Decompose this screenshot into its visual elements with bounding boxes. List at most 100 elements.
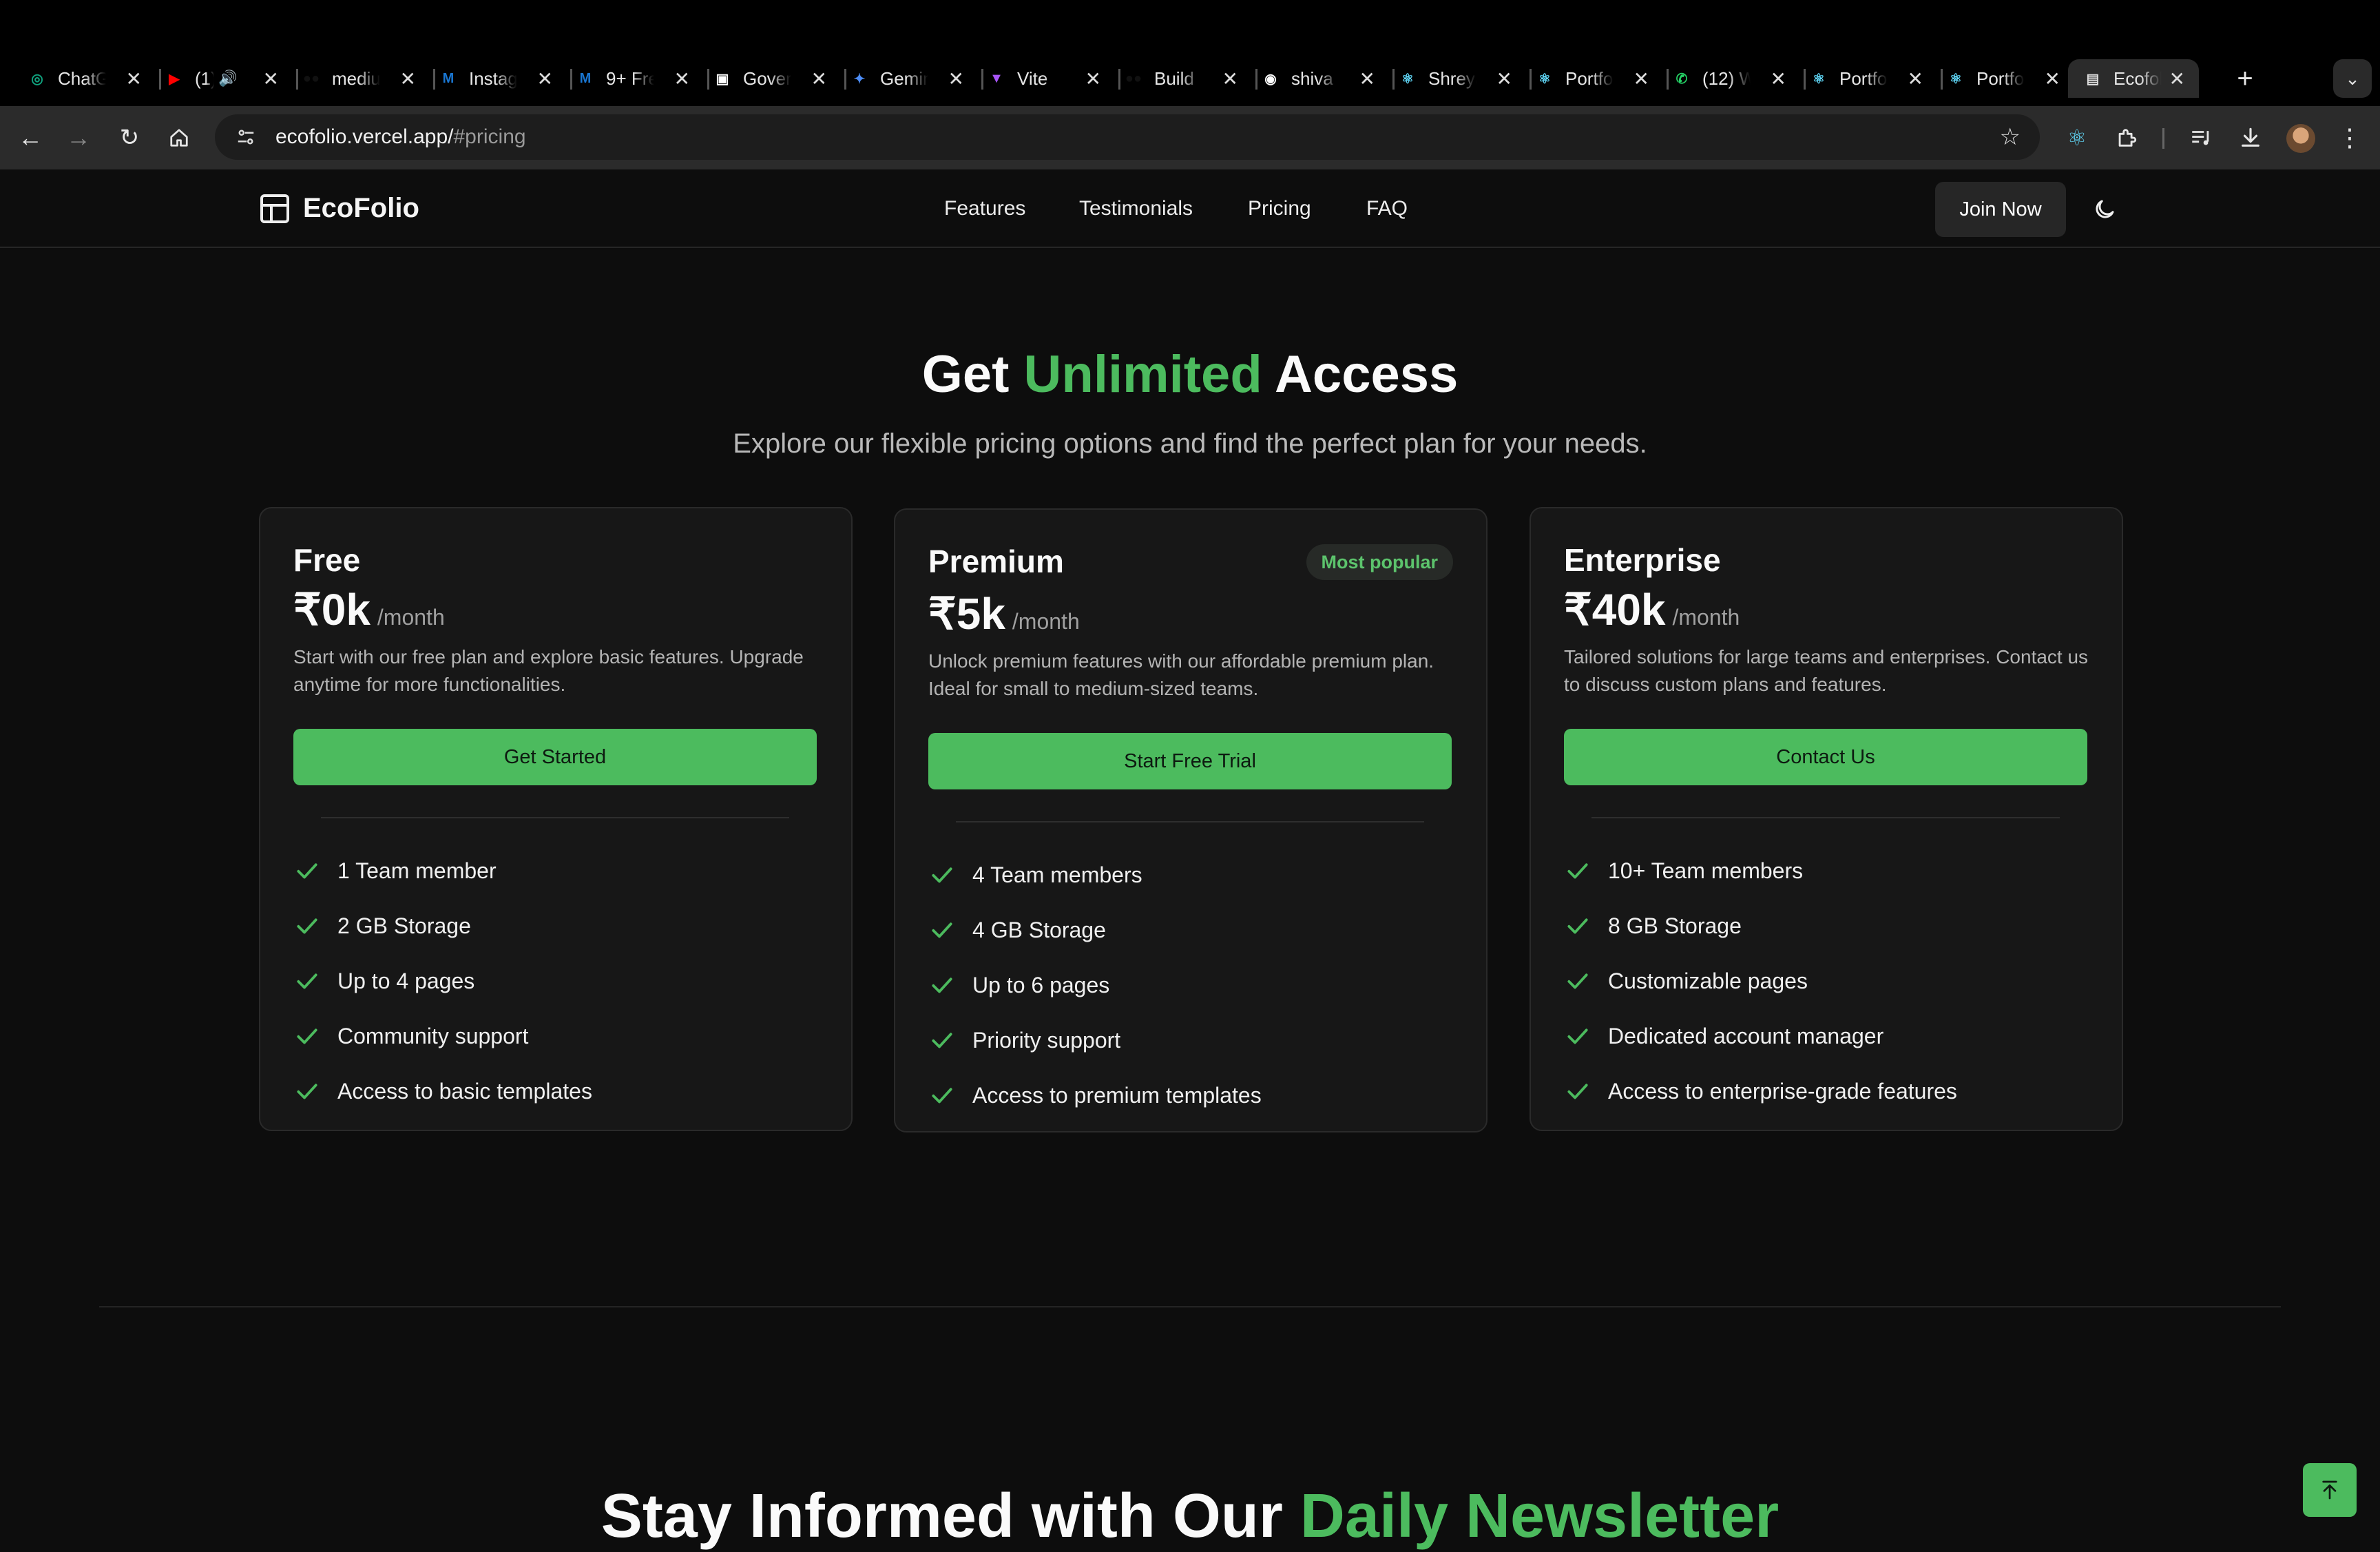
nav-link-pricing[interactable]: Pricing (1248, 197, 1311, 220)
get-started-button[interactable]: Get Started (293, 729, 817, 785)
browser-tab[interactable]: ◎ ChatGPT ✕ (26, 59, 142, 98)
start-free-trial-button[interactable]: Start Free Trial (928, 733, 1452, 789)
browser-tab[interactable]: ⚛ Shreyas ✕ (1397, 59, 1512, 98)
tab-close-icon[interactable]: ✕ (1222, 68, 1238, 90)
check-icon (928, 1026, 956, 1054)
tab-close-icon[interactable]: ✕ (1633, 68, 1649, 90)
browser-tab[interactable]: ✦ Gemini ✕ (848, 59, 964, 98)
tab-audio-icon[interactable]: 🔊 (218, 70, 237, 87)
tab-close-icon[interactable]: ✕ (948, 68, 964, 90)
heading-post: Access (1262, 345, 1459, 404)
tab-close-icon[interactable]: ✕ (537, 68, 553, 90)
nav-link-testimonials[interactable]: Testimonials (1079, 197, 1193, 220)
bookmark-star-icon[interactable]: ☆ (2000, 123, 2021, 151)
feature-item: 10+ Team members (1564, 843, 1957, 898)
tab-title: Government (743, 68, 791, 89)
browser-tab[interactable]: ▶ (1) YouTube🔊 ✕ (163, 59, 279, 98)
plan-price: ₹5k/month (928, 588, 1080, 640)
reload-icon[interactable]: ↻ (113, 121, 146, 154)
browser-tab[interactable]: ▣ Government ✕ (711, 59, 827, 98)
tab-close-icon[interactable]: ✕ (1908, 68, 1923, 90)
browser-tab[interactable]: ●● Build ✕ (1123, 59, 1238, 98)
tab-close-icon[interactable]: ✕ (1496, 68, 1512, 90)
check-icon (1564, 857, 1591, 884)
tab-separator (296, 69, 298, 90)
scroll-to-top-button[interactable] (2303, 1463, 2357, 1517)
contact-us-button[interactable]: Contact Us (1564, 729, 2087, 785)
tab-close-icon[interactable]: ✕ (674, 68, 690, 90)
newsletter-heading-accent: Daily Newsletter (1299, 1482, 1779, 1551)
media-controls-icon[interactable] (2184, 121, 2217, 154)
forward-icon[interactable]: → (62, 121, 95, 154)
address-bar[interactable]: ecofolio.vercel.app/#pricing ☆ (215, 114, 2040, 160)
tab-close-icon[interactable]: ✕ (263, 68, 279, 90)
section-divider (99, 1306, 2281, 1307)
browser-tab[interactable]: ●● medium ✕ (300, 59, 416, 98)
back-icon[interactable]: ← (14, 121, 47, 154)
profile-avatar[interactable] (2286, 124, 2315, 153)
tab-title: Portfolio (1976, 68, 2025, 89)
mui-icon: M (442, 70, 455, 86)
plan-price: ₹0k/month (293, 584, 445, 636)
tab-close-icon[interactable]: ✕ (400, 68, 416, 90)
brand-logo[interactable]: EcoFolio (260, 193, 419, 224)
nav-link-faq[interactable]: FAQ (1366, 197, 1408, 220)
feature-text: 10+ Team members (1608, 858, 1804, 883)
site-settings-icon[interactable] (234, 125, 258, 149)
tab-close-icon[interactable]: ✕ (811, 68, 827, 90)
tab-search-button[interactable]: ⌄ (2333, 59, 2372, 98)
check-icon (293, 857, 321, 884)
tab-title: ChatGPT (58, 68, 106, 89)
tab-close-icon[interactable]: ✕ (126, 68, 142, 90)
browser-tab[interactable]: ✆ (12) WhatsApp ✕ (1671, 59, 1786, 98)
price-period: /month (1012, 609, 1080, 634)
check-icon (1564, 1077, 1591, 1105)
browser-tab[interactable]: ⚛ Portfolio ✕ (1534, 59, 1649, 98)
tab-separator (1118, 69, 1120, 90)
tab-title: Vite (1017, 68, 1048, 89)
home-icon[interactable] (163, 121, 196, 154)
browser-tab-bar: ◎ ChatGPT ✕ ▶ (1) YouTube🔊 ✕ ●● medium ✕ M Instagr… (0, 0, 2380, 106)
browser-tab[interactable]: M Instagram ✕ (437, 59, 553, 98)
tab-title: Build (1154, 68, 1194, 89)
browser-tab[interactable]: ◉ shiva ✕ (1260, 59, 1375, 98)
check-icon (928, 1082, 956, 1109)
react-devtools-icon[interactable]: ⚛ (2060, 121, 2094, 154)
feature-item: Customizable pages (1564, 953, 1957, 1008)
browser-tab[interactable]: ⚛ Portfolio ✕ (1808, 59, 1923, 98)
browser-tab[interactable]: M 9+ Free ✕ (574, 59, 690, 98)
tab-close-icon[interactable]: ✕ (2045, 68, 2060, 90)
browser-tab[interactable]: ▤ Ecofolio ✕ (2068, 59, 2199, 98)
react-icon: ⚛ (1950, 71, 1962, 87)
browser-menu-icon[interactable]: ⋮ (2333, 121, 2366, 154)
card-divider (321, 817, 789, 818)
dark-mode-toggle[interactable] (2087, 192, 2122, 227)
feature-text: Customizable pages (1608, 968, 1808, 993)
feature-list: 4 Team members 4 GB Storage Up to 6 pages P… (928, 847, 1262, 1123)
feature-item: Up to 4 pages (293, 953, 592, 1008)
heading-accent: Unlimited (1023, 345, 1262, 404)
site-header: EcoFolio Features Testimonials Pricing F… (0, 169, 2380, 248)
feature-item: Up to 6 pages (928, 958, 1262, 1013)
tab-title: medium (332, 68, 380, 89)
feature-list: 1 Team member 2 GB Storage Up to 4 pages Co… (293, 843, 592, 1119)
browser-tab[interactable]: ▼ Vite ✕ (985, 59, 1101, 98)
tab-close-icon[interactable]: ✕ (1771, 68, 1786, 90)
feature-text: Priority support (972, 1027, 1121, 1053)
feature-list: 10+ Team members 8 GB Storage Customizable… (1564, 843, 1957, 1119)
new-tab-button[interactable]: + (2226, 59, 2264, 98)
check-icon (1564, 1022, 1591, 1050)
tab-close-icon[interactable]: ✕ (1085, 68, 1101, 90)
feature-text: 2 GB Storage (337, 913, 471, 938)
moon-icon (2096, 200, 2114, 218)
download-icon[interactable] (2234, 121, 2267, 154)
react-icon: ⚛ (1813, 71, 1825, 87)
extensions-icon[interactable] (2110, 121, 2143, 154)
feature-text: 8 GB Storage (1608, 913, 1742, 938)
browser-tab[interactable]: ⚛ Portfolio ✕ (1945, 59, 2060, 98)
feature-item: Community support (293, 1008, 592, 1064)
tab-close-icon[interactable]: ✕ (2169, 68, 2185, 90)
tab-close-icon[interactable]: ✕ (1359, 68, 1375, 90)
join-now-button[interactable]: Join Now (1935, 182, 2066, 237)
nav-link-features[interactable]: Features (944, 197, 1025, 220)
